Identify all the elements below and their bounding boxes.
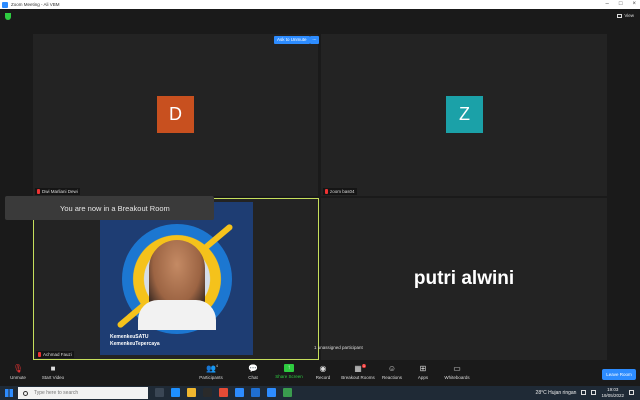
reactions-label: Reactions	[381, 375, 402, 380]
mic-off-icon: 🎙	[12, 364, 24, 373]
zoom-app-icon	[2, 1, 8, 8]
mic-muted-icon	[325, 189, 328, 194]
weather-widget[interactable]: 28°C Hujan ringan	[536, 390, 577, 396]
mic-muted-icon	[37, 189, 40, 194]
meeting-header: View	[0, 9, 640, 24]
participant-tile-achmad[interactable]: KEMENTERIAN KEUANGAN REPUBLIK INDONESIA …	[33, 198, 319, 360]
participants-count: 4	[216, 364, 218, 368]
record-button[interactable]: ◉ Record	[305, 364, 341, 380]
record-label: Record	[315, 375, 331, 380]
view-label: View	[624, 13, 634, 18]
apps-label: Apps	[417, 375, 429, 380]
security-shield-icon[interactable]	[5, 13, 11, 20]
breakout-rooms-label: Breakout Rooms	[341, 375, 375, 380]
view-button[interactable]: View	[617, 13, 634, 18]
breakout-room-notice: You are now in a Breakout Room	[5, 196, 214, 220]
volume-icon[interactable]	[591, 390, 597, 395]
avatar-dwi: D	[157, 96, 194, 133]
breakout-rooms-badge: 1	[362, 364, 366, 368]
windows-taskbar: 28°C Hujan ringan 19:03 19/05/2022	[0, 386, 640, 400]
window-titlebar: Zoom Meeting - Ali VBM – □ ×	[0, 0, 640, 9]
participant-display-name: putri alwini	[413, 268, 515, 289]
start-video-label: Start Video	[41, 375, 65, 380]
share-screen-label: Share Screen	[275, 374, 303, 379]
participant-tile-dwi[interactable]: D Dwi Marliani Dewi	[33, 34, 318, 196]
maximize-icon[interactable]: □	[619, 0, 623, 9]
person-shirt	[138, 300, 216, 330]
start-video-button[interactable]: ■ Start Video	[35, 364, 71, 380]
participants-label: Participants	[199, 375, 223, 380]
tile-more-options-button[interactable]: ...	[310, 36, 319, 44]
whiteboards-button[interactable]: ▭ Whiteboards	[439, 364, 475, 380]
minimize-icon[interactable]: –	[606, 0, 609, 9]
whiteboards-label: Whiteboards	[444, 375, 470, 380]
breakout-rooms-button[interactable]: ▦ 1 Breakout Rooms	[340, 364, 376, 380]
breakout-notice-text: You are now in a Breakout Room	[60, 203, 170, 213]
grid-view-icon	[617, 13, 623, 18]
record-icon: ◉	[319, 364, 327, 373]
unmute-label: Unmute	[10, 375, 26, 380]
window-controls: – □ ×	[606, 0, 636, 9]
mic-muted-icon	[38, 352, 41, 357]
chrome-icon[interactable]	[219, 388, 228, 397]
apps-button[interactable]: ⊞ Apps	[405, 364, 441, 380]
network-icon[interactable]	[581, 390, 587, 395]
close-icon[interactable]: ×	[632, 0, 636, 9]
chat-icon: 💬	[248, 364, 258, 373]
whiteboard-icon: ▭	[453, 364, 461, 373]
card-caption2: KemenkeuTepercaya	[110, 341, 160, 347]
zoom-taskbar-icon[interactable]	[235, 388, 244, 397]
taskbar-apps	[155, 388, 292, 397]
zoom-meeting-window: Zoom Meeting - Ali VBM – □ × View D Dwi …	[0, 0, 640, 400]
chat-label: Chat	[248, 375, 258, 380]
ask-to-unmute-button[interactable]: Ask to Unmute	[274, 36, 310, 44]
participant-name: zoom bas04	[330, 189, 355, 194]
unmute-button[interactable]: 🎙 Unmute	[0, 364, 36, 380]
participant-name: Achmad Fauzi	[43, 352, 72, 357]
zoom-meeting-taskbar-icon[interactable]	[267, 388, 276, 397]
meeting-toolbar: 🎙 Unmute ■ Start Video 👥 4 Participants …	[0, 362, 640, 386]
clock-date: 19/05/2022	[601, 392, 624, 398]
profile-picture: KEMENTERIAN KEUANGAN REPUBLIK INDONESIA …	[100, 202, 253, 355]
word-icon[interactable]	[251, 388, 260, 397]
video-off-icon: ■	[50, 364, 56, 373]
leave-room-button[interactable]: Leave Room	[602, 369, 636, 380]
reactions-icon: ☺	[387, 364, 397, 373]
unassigned-participant-text[interactable]: 1 unassigned participant	[314, 345, 363, 350]
avatar-zoom-bas04: Z	[446, 96, 483, 133]
taskbar-search-box[interactable]	[18, 387, 148, 399]
excel-icon[interactable]	[283, 388, 292, 397]
system-tray: 28°C Hujan ringan 19:03 19/05/2022	[536, 387, 634, 398]
file-explorer-icon[interactable]	[187, 388, 196, 397]
participant-name-label: Dwi Marliani Dewi	[35, 188, 80, 195]
participant-name-label: zoom bas04	[323, 188, 357, 195]
windows-start-icon[interactable]	[5, 389, 13, 397]
store-icon[interactable]	[203, 388, 212, 397]
participant-name: Dwi Marliani Dewi	[42, 189, 78, 194]
taskbar-search-input[interactable]	[34, 390, 144, 396]
chat-button[interactable]: 💬 Chat	[235, 364, 271, 380]
participant-name-label: Achmad Fauzi	[36, 351, 74, 358]
taskbar-clock[interactable]: 19:03 19/05/2022	[601, 387, 624, 398]
participants-button[interactable]: 👥 4 Participants	[193, 364, 229, 380]
participant-tile-zoom-bas04[interactable]: Z zoom bas04	[321, 34, 607, 196]
participant-tile-putri[interactable]: putri alwini	[321, 198, 607, 360]
share-screen-icon: ↑	[284, 364, 294, 372]
window-title: Zoom Meeting - Ali VBM	[11, 2, 60, 7]
notifications-icon[interactable]	[629, 390, 634, 395]
share-screen-button[interactable]: ↑ Share Screen	[271, 364, 307, 379]
edge-icon[interactable]	[171, 388, 180, 397]
task-view-icon[interactable]	[155, 388, 164, 397]
apps-icon: ⊞	[419, 364, 427, 373]
card-caption1: KemenkeuSATU	[110, 334, 149, 340]
search-icon	[23, 390, 28, 396]
